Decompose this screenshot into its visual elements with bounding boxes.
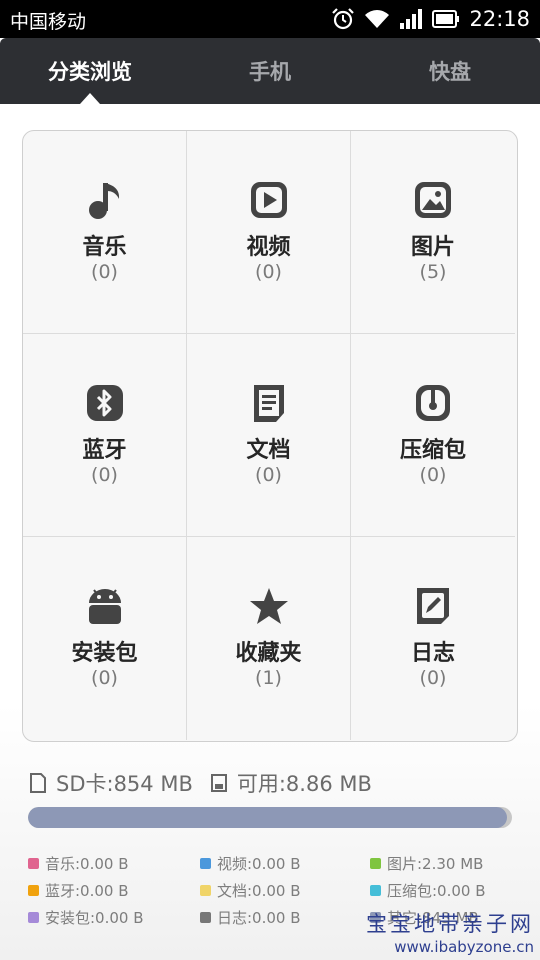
category-label: 收藏夹	[235, 641, 302, 666]
legend-item: 日志:0.00 B	[200, 906, 301, 928]
category-label: 蓝牙	[82, 438, 127, 463]
music-note-icon	[89, 183, 120, 219]
category-music[interactable]: 音乐 (0)	[23, 131, 187, 334]
category-video[interactable]: 视频 (0)	[187, 131, 351, 334]
status-bar: 中国移动 22:18	[0, 0, 540, 38]
category-label: 压缩包	[399, 438, 466, 463]
legend-item: 蓝牙:0.00 B	[28, 879, 129, 901]
category-count: (1)	[255, 667, 282, 689]
legend-swatch	[28, 857, 39, 869]
wifi-icon	[365, 10, 390, 28]
category-archives[interactable]: 压缩包 (0)	[351, 334, 515, 537]
alarm-icon	[332, 8, 355, 30]
storage-usage-bar	[28, 807, 512, 828]
legend-item: 安装包:0.00 B	[28, 906, 144, 928]
legend-item: 文档:0.00 B	[200, 879, 301, 901]
legend-label: 视频:0.00 B	[217, 854, 301, 873]
legend-swatch	[200, 911, 211, 923]
legend-swatch	[28, 911, 39, 923]
category-logs[interactable]: 日志 (0)	[351, 537, 515, 740]
storage-available-icon	[210, 774, 227, 792]
android-icon	[89, 589, 121, 624]
category-label: 日志	[410, 641, 455, 666]
legend-item: 图片:2.30 MB	[370, 852, 483, 874]
legend-label: 蓝牙:0.00 B	[45, 881, 129, 900]
carrier-name: 中国移动	[10, 11, 87, 33]
legend-label: 文档:0.00 B	[217, 881, 301, 900]
legend-swatch	[200, 884, 211, 896]
available-space-label: 可用:8.86 MB	[236, 772, 372, 796]
sd-card-icon	[30, 773, 46, 793]
category-bluetooth[interactable]: 蓝牙 (0)	[23, 334, 187, 537]
content-area: 音乐 (0) 视频 (0) 图片 (5) 蓝牙 (0) 文档 (0) 压缩包 (…	[0, 104, 540, 960]
storage-info: SD卡:854 MB 可用:8.86 MB	[30, 770, 372, 796]
picture-icon	[415, 182, 451, 218]
category-count: (5)	[419, 261, 447, 283]
legend-item: 压缩包:0.00 B	[370, 879, 486, 901]
category-count: (0)	[419, 464, 447, 486]
category-count: (0)	[255, 464, 282, 486]
tab-kuaipan[interactable]: 快盘	[360, 38, 540, 104]
edit-log-icon	[417, 588, 449, 624]
category-count: (0)	[255, 261, 282, 283]
storage-usage-fill	[28, 807, 508, 828]
legend-item: 音乐:0.00 B	[28, 852, 129, 874]
tab-phone[interactable]: 手机	[180, 38, 360, 104]
category-apk[interactable]: 安装包 (0)	[23, 537, 187, 740]
legend-item: 视频:0.00 B	[200, 852, 301, 874]
category-count: (0)	[91, 464, 118, 486]
legend-swatch	[200, 857, 211, 869]
bluetooth-icon	[87, 385, 123, 421]
legend-label: 音乐:0.00 B	[45, 854, 129, 873]
sd-capacity-label: SD卡:854 MB	[56, 772, 193, 796]
legend-label: 日志:0.00 B	[217, 908, 301, 927]
category-label: 文档	[246, 438, 291, 463]
video-play-icon	[251, 182, 287, 218]
category-favorites[interactable]: 收藏夹 (1)	[187, 537, 351, 740]
watermark: 宝宝地带亲子网 www.ibabyzone.cn	[366, 908, 534, 956]
category-documents[interactable]: 文档 (0)	[187, 334, 351, 537]
star-icon	[250, 588, 288, 624]
category-grid: 音乐 (0) 视频 (0) 图片 (5) 蓝牙 (0) 文档 (0) 压缩包 (…	[22, 130, 518, 742]
watermark-url: www.ibabyzone.cn	[394, 938, 534, 956]
status-icons: 22:18	[331, 6, 530, 32]
category-label: 视频	[246, 235, 291, 260]
legend-label: 安装包:0.00 B	[45, 908, 144, 927]
archive-icon	[416, 385, 450, 421]
document-icon	[254, 385, 284, 422]
clock: 22:18	[469, 7, 530, 31]
legend-swatch	[370, 884, 381, 896]
watermark-title: 宝宝地带亲子网	[366, 912, 534, 936]
category-label: 安装包	[71, 641, 138, 666]
active-tab-pointer	[80, 93, 100, 104]
category-count: (0)	[91, 261, 118, 283]
legend-label: 压缩包:0.00 B	[387, 881, 486, 900]
legend-swatch	[370, 857, 381, 869]
battery-icon	[432, 10, 460, 28]
legend-label: 图片:2.30 MB	[387, 854, 484, 873]
legend-swatch	[28, 884, 39, 896]
signal-icon	[400, 9, 423, 29]
category-label: 音乐	[82, 235, 127, 260]
category-count: (0)	[419, 667, 447, 689]
category-pictures[interactable]: 图片 (5)	[351, 131, 515, 334]
category-count: (0)	[91, 667, 118, 689]
category-label: 图片	[410, 235, 455, 260]
